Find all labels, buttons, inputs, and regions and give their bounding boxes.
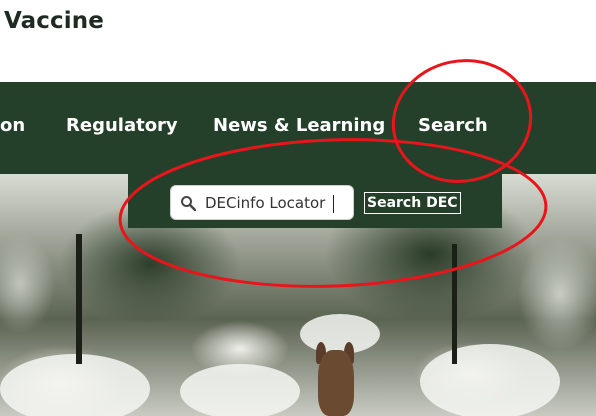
search-panel: Search DEC [128, 174, 502, 228]
nav-item-partial[interactable]: on [0, 115, 25, 136]
nav-item-search[interactable]: Search [418, 115, 488, 136]
search-icon [181, 196, 196, 211]
deer [318, 350, 354, 416]
text-cursor [333, 195, 334, 213]
nav-item-regulatory[interactable]: Regulatory [66, 115, 178, 136]
page-title: Vaccine [4, 8, 104, 34]
main-navigation: on Regulatory News & Learning Search [0, 82, 596, 174]
nav-item-news-learning[interactable]: News & Learning [213, 115, 385, 136]
search-dec-button[interactable]: Search DEC [364, 192, 461, 214]
search-box[interactable] [170, 185, 354, 220]
search-input[interactable] [205, 192, 351, 214]
